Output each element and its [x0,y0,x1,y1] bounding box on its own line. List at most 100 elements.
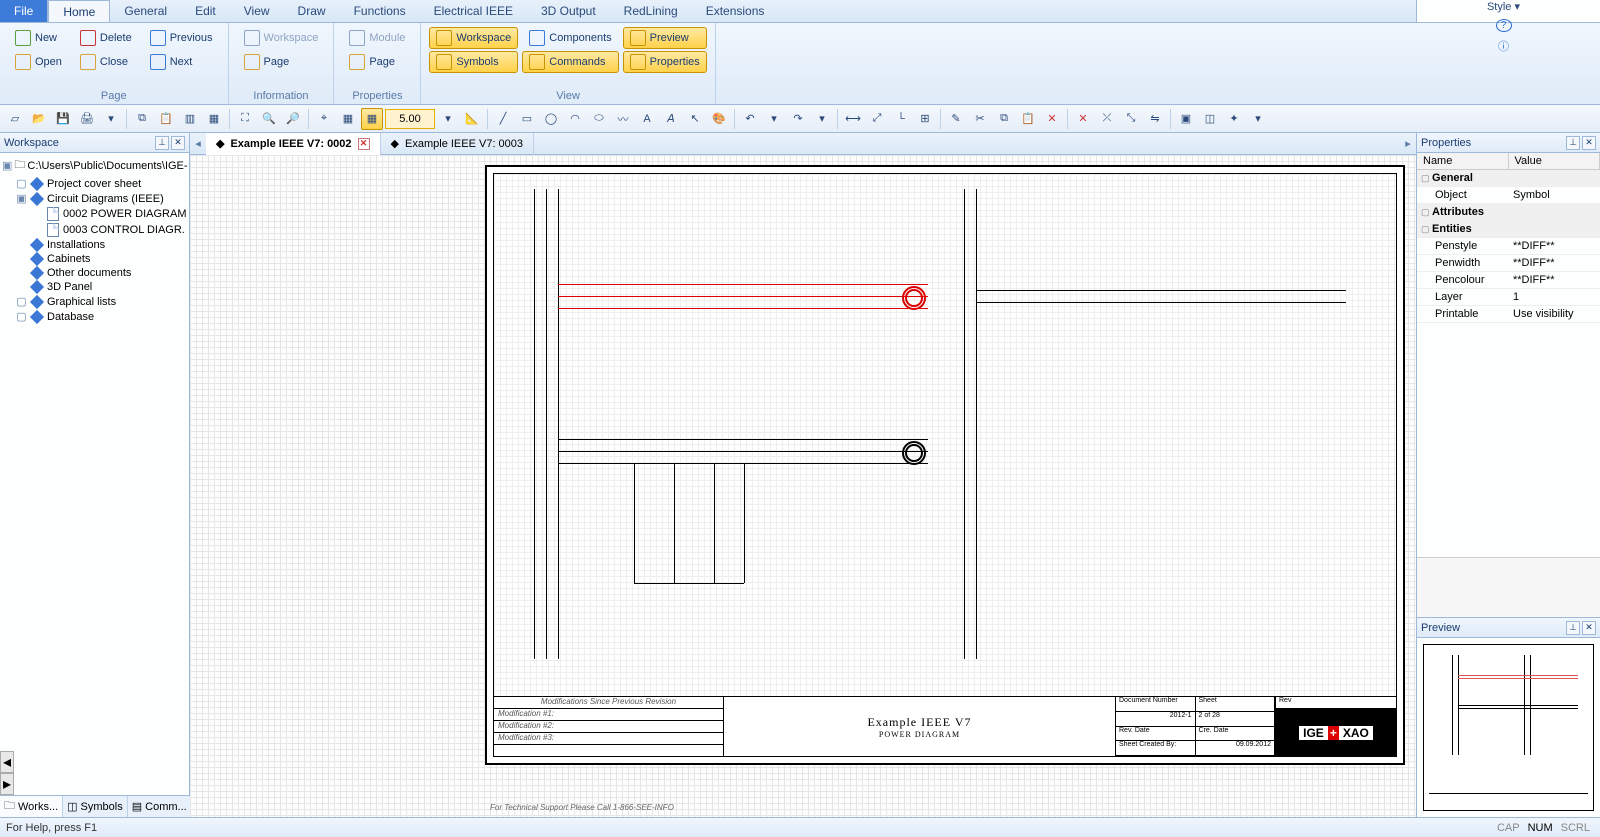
prop-row[interactable]: Penstyle**DIFF** [1417,238,1600,255]
qt-paste2-icon[interactable]: 📋 [1017,108,1039,130]
prop-row[interactable]: Pencolour**DIFF** [1417,272,1600,289]
qt-redo-dd-icon[interactable]: ▾ [811,108,833,130]
properties-pin-icon[interactable]: ⊥ [1566,136,1580,150]
delete-button[interactable]: Delete [73,27,139,49]
doctab-prev-icon[interactable]: ◂ [190,137,206,150]
tree-page-0003[interactable]: ·0003 CONTROL DIAGR. [0,222,189,238]
qt-spline-icon[interactable]: 〰 [612,108,634,130]
style-menu[interactable]: Style ▾ [1487,0,1520,13]
tab-draw[interactable]: Draw [284,0,340,22]
qt-mirror-icon[interactable]: ⇋ [1144,108,1166,130]
workspace-close-icon[interactable]: ✕ [171,136,185,150]
prop-row[interactable]: Penwidth**DIFF** [1417,255,1600,272]
qt-grid-dropdown-icon[interactable]: ▾ [437,108,459,130]
tree-cover-sheet[interactable]: ▢Project cover sheet [0,176,189,191]
tab-3d-output[interactable]: 3D Output [527,0,610,22]
qt-insert-icon[interactable]: ◫ [1199,108,1221,130]
qt-extend-icon[interactable]: ⤡ [1120,108,1142,130]
qt-new-icon[interactable]: ▱ [4,108,26,130]
qt-gridsnap-icon[interactable]: ▦ [361,108,383,130]
tab-home[interactable]: Home [48,0,110,22]
qt-save-icon[interactable]: 💾 [52,108,74,130]
qt-delete-icon[interactable]: ✕ [1041,108,1063,130]
qt-sheet2-icon[interactable]: ▦ [203,108,225,130]
qt-copy2-icon[interactable]: ⧉ [993,108,1015,130]
prop-category[interactable]: General [1417,170,1600,187]
qt-ruler-icon[interactable]: 📐 [461,108,483,130]
qt-zoom-fit-icon[interactable]: ⛶ [234,108,256,130]
qt-print-icon[interactable]: 🖨 [76,108,98,130]
btab-workspace[interactable]: 🗀Works... [0,796,63,817]
tree-3d-panel[interactable]: 3D Panel [0,280,189,294]
tab-extensions[interactable]: Extensions [692,0,779,22]
qt-line-icon[interactable]: ╱ [492,108,514,130]
view-preview-toggle[interactable]: Preview [623,27,707,49]
qt-more-icon[interactable]: ▾ [1247,108,1269,130]
preview-close-icon[interactable]: ✕ [1582,621,1596,635]
props-page-button[interactable]: Page [342,51,412,73]
qt-label-icon[interactable]: 𝘈 [660,108,682,130]
qt-dim2-icon[interactable]: ⤢ [866,108,888,130]
next-button[interactable]: Next [143,51,220,73]
tree-installations[interactable]: Installations [0,238,189,252]
view-commands-toggle[interactable]: Commands [522,51,618,73]
info-workspace-button[interactable]: Workspace [237,27,326,49]
workspace-pin-icon[interactable]: ⊥ [155,136,169,150]
qt-open-icon[interactable]: 📂 [28,108,50,130]
tab-view[interactable]: View [230,0,284,22]
qt-circle-icon[interactable]: ◯ [540,108,562,130]
qt-redo-icon[interactable]: ↷ [787,108,809,130]
qt-pointer-icon[interactable]: ↖ [684,108,706,130]
doctab-0003[interactable]: ◆ Example IEEE V7: 0003 [381,133,534,155]
tab-electrical-ieee[interactable]: Electrical IEEE [420,0,527,22]
tab-edit[interactable]: Edit [181,0,230,22]
close-tab-icon[interactable]: ✕ [358,138,370,150]
previous-button[interactable]: Previous [143,27,220,49]
qt-explode-icon[interactable]: ✦ [1223,108,1245,130]
tree-page-0002[interactable]: ·0002 POWER DIAGRAM [0,206,189,222]
qt-snap-icon[interactable]: ⌖ [313,108,335,130]
tab-redlining[interactable]: RedLining [610,0,692,22]
prop-category[interactable]: Entities [1417,221,1600,238]
qt-text-icon[interactable]: A [636,108,658,130]
qt-zoom-in-icon[interactable]: 🔍 [258,108,280,130]
prop-row[interactable]: ObjectSymbol [1417,187,1600,204]
prop-category[interactable]: Attributes [1417,204,1600,221]
tab-functions[interactable]: Functions [340,0,420,22]
preview-pin-icon[interactable]: ⊥ [1566,621,1580,635]
qt-block-icon[interactable]: ▣ [1175,108,1197,130]
new-button[interactable]: New [8,27,69,49]
qt-sheet1-icon[interactable]: ▥ [179,108,201,130]
qt-arc-icon[interactable]: ◠ [564,108,586,130]
tree-hscroll[interactable]: ◂▸ [0,751,189,795]
btab-commands[interactable]: ▤Comm... [128,796,192,817]
qt-print-dropdown-icon[interactable]: ▾ [100,108,122,130]
tree-other-docs[interactable]: Other documents [0,266,189,280]
info-icon[interactable]: ⓘ [1498,38,1509,54]
prop-row[interactable]: Layer1 [1417,289,1600,306]
qt-copy-icon[interactable]: ⧉ [131,108,153,130]
qt-color-icon[interactable]: 🎨 [708,108,730,130]
tab-file[interactable]: File [0,0,48,22]
tab-general[interactable]: General [110,0,181,22]
btab-symbols[interactable]: ◫Symbols [63,796,128,817]
qt-undo-icon[interactable]: ↶ [739,108,761,130]
props-col-value[interactable]: Value [1509,153,1600,169]
doctab-next-icon[interactable]: ▸ [1400,137,1416,150]
drawing-canvas[interactable]: Modifications Since Previous Revision Mo… [190,155,1416,817]
help-icon[interactable]: ? [1496,19,1512,32]
open-button[interactable]: Open [8,51,69,73]
qt-dim1-icon[interactable]: ⟷ [842,108,864,130]
qt-dim4-icon[interactable]: ⊞ [914,108,936,130]
qt-edit-icon[interactable]: ✎ [945,108,967,130]
qt-undo-dd-icon[interactable]: ▾ [763,108,785,130]
doctab-0002[interactable]: ◆ Example IEEE V7: 0002 ✕ [206,133,381,155]
close-button[interactable]: Close [73,51,139,73]
grid-size-input[interactable] [385,109,435,129]
props-module-button[interactable]: Module [342,27,412,49]
qt-ellipse-icon[interactable]: ⬭ [588,108,610,130]
qt-paste-icon[interactable]: 📋 [155,108,177,130]
info-page-button[interactable]: Page [237,51,326,73]
view-components-toggle[interactable]: Components [522,27,618,49]
props-col-name[interactable]: Name [1417,153,1509,169]
